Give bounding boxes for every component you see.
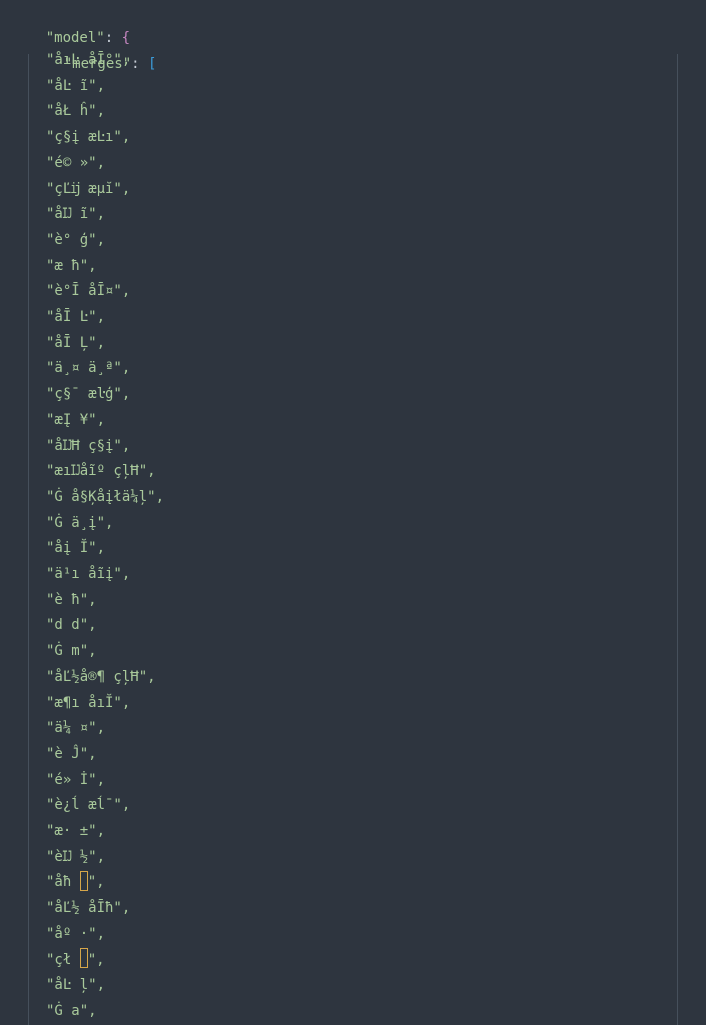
merge-entry[interactable]: "æ¶ı åıĬ", bbox=[46, 691, 130, 717]
merge-entry[interactable]: "ç§į æĿı", bbox=[46, 125, 130, 151]
merge-entry-text: "çł bbox=[46, 951, 80, 968]
merge-entry-text: "çĽĳ æµĭ", bbox=[46, 180, 131, 197]
merge-entry[interactable]: "Ġ a", bbox=[46, 999, 97, 1025]
merge-entry[interactable]: "è¿ĺ æĺ¯", bbox=[46, 793, 130, 819]
merge-entry-text: "åį Ĭ", bbox=[46, 540, 106, 557]
merge-entry-text: "è°Ī åĪ¤", bbox=[46, 283, 131, 300]
merge-entry[interactable]: "é© »", bbox=[46, 151, 105, 177]
merge-entry[interactable]: "åĽ½å®¶ çļĦ", bbox=[46, 665, 156, 691]
merge-entry[interactable]: "Ġ ä¸į", bbox=[46, 511, 113, 537]
merge-entry-text: "Ġ a", bbox=[46, 1002, 97, 1019]
merge-entry[interactable]: "æĮ ¥", bbox=[46, 408, 105, 434]
merge-entry-text: "é» İ", bbox=[46, 771, 106, 788]
merge-entry[interactable]: "Ġ å§Ķåįłä¼ļ", bbox=[46, 485, 164, 511]
merge-entry-text: "è¿ĺ æĺ¯", bbox=[46, 797, 131, 814]
merge-entry-text: "åĿ ļ", bbox=[46, 977, 106, 994]
merge-entry-text: "é© »", bbox=[46, 154, 106, 171]
merge-entry-text: "ä¼ ¤", bbox=[46, 720, 106, 737]
merge-entry-text: "èĲ ½", bbox=[46, 848, 106, 865]
merge-entry[interactable]: "è ħ", bbox=[46, 588, 97, 614]
merge-entry[interactable]: "è° ģ", bbox=[46, 228, 105, 254]
colon: : bbox=[131, 55, 149, 72]
merge-entry[interactable]: "ä¹ı åĩį", bbox=[46, 562, 130, 588]
merge-entry[interactable]: "åĪ Ļ", bbox=[46, 331, 105, 357]
merge-entry[interactable]: "d d", bbox=[46, 613, 97, 639]
merge-entry[interactable]: "é» İ", bbox=[46, 768, 105, 794]
merge-entry[interactable]: "çĽĳ æµĭ", bbox=[46, 177, 130, 203]
merge-entry[interactable]: "è°Ī åĪ¤", bbox=[46, 279, 130, 305]
open-bracket: [ bbox=[148, 55, 157, 72]
merge-entry-text: "åĲĦ ç§į", bbox=[46, 437, 131, 454]
code-line-model: "model": { bbox=[12, 0, 130, 46]
merge-entry-text: "æ· ±", bbox=[46, 823, 106, 839]
merge-entry[interactable]: "åĿ ĩ", bbox=[46, 74, 105, 100]
merge-entry[interactable]: "åħ ", bbox=[46, 870, 105, 896]
merge-entry-text: "åĲ ĩ", bbox=[46, 206, 106, 223]
merge-entry[interactable]: "ä¼ ¤", bbox=[46, 716, 105, 742]
merge-entry[interactable]: "æıĲåĩº çļĦ", bbox=[46, 459, 156, 485]
merge-entry[interactable]: "çł ", bbox=[46, 948, 105, 974]
merge-entry[interactable]: "åıĿ åĪ°", bbox=[46, 48, 130, 74]
merge-entry[interactable]: "åĪ Ŀ", bbox=[46, 305, 105, 331]
merge-entry-text: "åĽ½å®¶ çļĦ", bbox=[46, 668, 156, 685]
merge-entry[interactable]: "åĲĦ ç§į", bbox=[46, 434, 130, 460]
merge-entry[interactable]: "åĽ½ åĪħ", bbox=[46, 896, 130, 922]
merge-entry-text: "è Ĵ", bbox=[46, 745, 97, 762]
merge-entry-text: "ä¹ı åĩį", bbox=[46, 566, 131, 582]
merge-entry[interactable]: "åŁ ĥ", bbox=[46, 99, 105, 125]
merge-entry-text: "åıĿ åĪ°", bbox=[46, 52, 131, 68]
merge-entry[interactable]: "ä¸¤ ä¸ª", bbox=[46, 356, 130, 382]
merge-entry-suffix: ", bbox=[87, 951, 105, 968]
unprintable-char-box bbox=[79, 948, 88, 968]
merge-entry[interactable]: "åį Ĭ", bbox=[46, 536, 105, 562]
merge-entry[interactable]: "Ġ m", bbox=[46, 639, 97, 665]
merge-entry[interactable]: "æ ħ", bbox=[46, 254, 97, 280]
merge-entry-text: "è° ģ", bbox=[46, 231, 106, 248]
indent-guide-right bbox=[677, 54, 678, 1025]
merge-entry[interactable]: "åº ·", bbox=[46, 922, 105, 948]
merge-entry-text: "è ħ", bbox=[46, 591, 97, 608]
merge-entry-text: "åĪ Ļ", bbox=[46, 334, 106, 351]
unprintable-char-box bbox=[79, 870, 88, 891]
merge-entry-text: "åº ·", bbox=[46, 925, 106, 942]
merge-entry[interactable]: "æ· ±", bbox=[46, 819, 105, 845]
merge-entry-suffix: ", bbox=[87, 874, 105, 891]
merge-entry-text: "åŁ ĥ", bbox=[46, 103, 106, 120]
merge-entry[interactable]: "è Ĵ", bbox=[46, 742, 97, 768]
merge-entry-text: "åĪ Ŀ", bbox=[46, 309, 106, 325]
code-editor[interactable]: "model": { "merges": [ "åıĿ åĪ°", "åĿ ĩ",… bbox=[0, 0, 706, 1025]
merge-entry-text: "æĮ ¥", bbox=[46, 411, 106, 428]
merge-entry-text: "åħ bbox=[46, 874, 80, 891]
merge-entry[interactable]: "èĲ ½", bbox=[46, 845, 105, 871]
merge-entry-text: "åĽ½ åĪħ", bbox=[46, 900, 131, 917]
merge-entry-text: "æ¶ı åıĬ", bbox=[46, 694, 131, 711]
merge-entry-text: "Ġ ä¸į", bbox=[46, 514, 114, 531]
merge-entry-text: "ç§¯ æŀģ", bbox=[46, 386, 131, 403]
merge-entry-text: "æ ħ", bbox=[46, 257, 97, 274]
merge-entry-text: "ç§į æĿı", bbox=[46, 129, 131, 146]
merge-entry[interactable]: "åĿ ļ", bbox=[46, 973, 105, 999]
merge-entry-text: "åĿ ĩ", bbox=[46, 77, 106, 94]
merge-entry[interactable]: "åĲ ĩ", bbox=[46, 202, 105, 228]
merge-entry-text: "d d", bbox=[46, 617, 97, 634]
merge-entry[interactable]: "ç§¯ æŀģ", bbox=[46, 382, 130, 408]
merge-entry-text: "Ġ å§Ķåįłä¼ļ", bbox=[46, 488, 165, 505]
indent-guide bbox=[28, 54, 29, 1025]
merge-entry-text: "ä¸¤ ä¸ª", bbox=[46, 360, 131, 377]
merge-entry-text: "Ġ m", bbox=[46, 643, 97, 660]
merge-entry-text: "æıĲåĩº çļĦ", bbox=[46, 463, 156, 480]
